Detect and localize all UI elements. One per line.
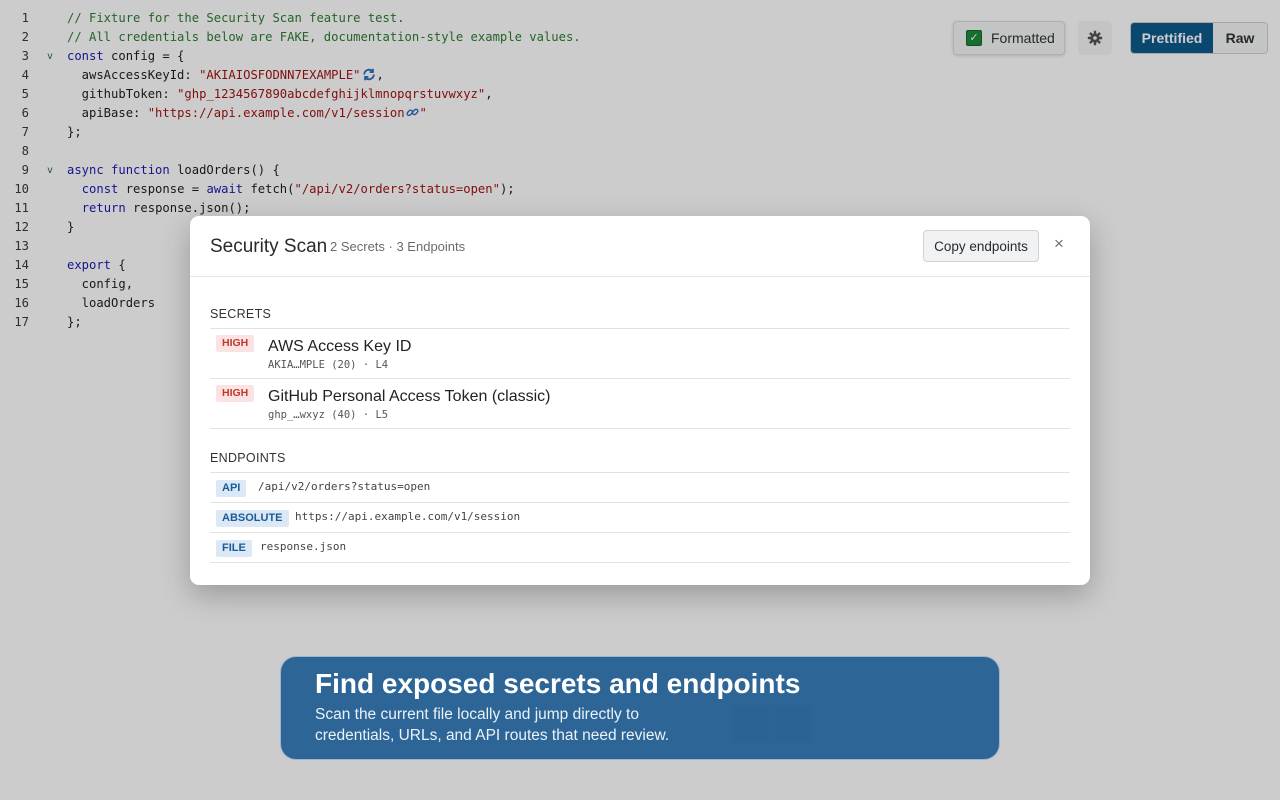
secret-row[interactable]: HIGH AWS Access Key ID AKIA…MPLE (20) · L4: [210, 329, 1070, 379]
secret-meta: AKIA…MPLE (20) · L4: [268, 359, 389, 371]
feature-banner: Find exposed secrets and endpoints Scan …: [280, 656, 1000, 760]
scan-summary: 2 Secrets · 3 Endpoints: [330, 239, 466, 254]
endpoint-path: /api/v2/orders?status=open: [258, 480, 431, 493]
endpoint-kind-badge: FILE: [216, 540, 252, 557]
secrets-list: HIGH AWS Access Key ID AKIA…MPLE (20) · L4…: [210, 329, 1070, 429]
dialog-body: SECRETS HIGH AWS Access Key ID AKIA…MPLE (…: [190, 307, 1090, 563]
secrets-heading: SECRETS: [210, 307, 1070, 329]
dialog-title: Security Scan: [210, 236, 328, 257]
dialog-header: Security Scan 2 Secrets · 3 Endpoints Co…: [190, 216, 1090, 277]
endpoint-row[interactable]: API/api/v2/orders?status=open: [210, 473, 1070, 503]
endpoint-kind-badge: API: [216, 480, 247, 497]
secret-meta: ghp_…wxyz (40) · L5: [268, 409, 389, 421]
severity-badge: HIGH: [216, 385, 255, 402]
secret-name: GitHub Personal Access Token (classic): [268, 388, 551, 405]
severity-badge: HIGH: [216, 335, 255, 352]
close-icon[interactable]: ×: [1054, 234, 1064, 254]
endpoint-row[interactable]: FILE response.json: [210, 533, 1070, 563]
endpoint-row[interactable]: ABSOLUTE https://api.example.com/v1/sessi…: [210, 503, 1070, 533]
secret-row[interactable]: HIGH GitHub Personal Access Token (classi…: [210, 379, 1070, 429]
endpoint-path: response.json: [260, 540, 347, 553]
endpoints-heading: ENDPOINTS: [210, 451, 1070, 473]
endpoint-path: https://api.example.com/v1/session: [295, 510, 521, 523]
banner-title: Find exposed secrets and endpoints: [315, 668, 801, 699]
copy-endpoints-button[interactable]: Copy endpoints: [923, 230, 1039, 262]
endpoint-kind-badge: ABSOLUTE: [216, 510, 289, 527]
secret-name: AWS Access Key ID: [268, 338, 412, 355]
banner-description: Scan the current file locally and jump d…: [315, 706, 670, 744]
security-scan-dialog: Security Scan 2 Secrets · 3 Endpoints Co…: [190, 216, 1090, 585]
endpoints-list: API/api/v2/orders?status=open ABSOLUTE htt…: [210, 473, 1070, 563]
